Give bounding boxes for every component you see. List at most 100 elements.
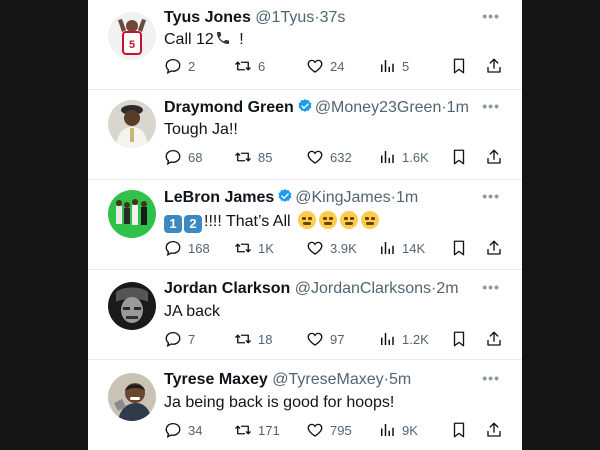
more-options-icon[interactable]: •••	[482, 8, 500, 24]
bookmark-button[interactable]	[450, 56, 474, 76]
timestamp[interactable]: 1m	[396, 189, 418, 206]
tweet-actions: 34 171 795 9K	[164, 420, 504, 440]
views-button[interactable]: 1.2K	[378, 329, 429, 349]
angry-face-emoji-icon	[340, 211, 359, 229]
user-handle[interactable]: @KingJames	[295, 189, 390, 206]
retweet-button[interactable]: 6	[234, 56, 265, 76]
share-icon	[487, 58, 501, 73]
share-button[interactable]	[485, 420, 509, 440]
heart-icon	[307, 423, 323, 437]
tweet-header: Draymond Green @Money23Green·1m	[164, 98, 469, 118]
tweet-actions: 68 85 632 1.6K	[164, 147, 504, 167]
tweet-tyrese-maxey[interactable]: Tyrese Maxey @TyreseMaxey·5m ••• Ja bein…	[88, 360, 522, 450]
tweet-jordan-clarkson[interactable]: Jordan Clarkson @JordanClarksons·2m ••• …	[88, 270, 522, 360]
view-count: 1.6K	[402, 149, 429, 165]
display-name[interactable]: Jordan Clarkson	[164, 280, 290, 297]
tweet-actions: 168 1K 3.9K 14K	[164, 238, 504, 258]
bookmark-button[interactable]	[450, 147, 474, 167]
tweet-actions: 2 6 24 5	[164, 56, 504, 76]
retweet-icon	[235, 152, 251, 162]
share-icon	[487, 240, 501, 255]
tweet-tyus-jones[interactable]: 5 Tyus Jones @1Tyus·37s ••• Call 12 ! 2 …	[88, 0, 522, 90]
user-handle[interactable]: @TyreseMaxey	[272, 371, 383, 388]
svg-text:5: 5	[129, 39, 135, 51]
views-bar-chart-icon	[381, 60, 394, 72]
views-button[interactable]: 14K	[378, 238, 425, 258]
views-bar-chart-icon	[381, 424, 394, 436]
like-button[interactable]: 795	[306, 420, 352, 440]
retweet-count: 85	[258, 149, 273, 165]
more-options-icon[interactable]: •••	[482, 98, 500, 114]
tweet-actions: 7 18 97 1.2K	[164, 329, 504, 349]
timestamp[interactable]: 5m	[389, 371, 411, 388]
reply-button[interactable]: 168	[164, 238, 210, 258]
reply-icon	[165, 240, 181, 256]
user-handle[interactable]: @Money23Green	[315, 99, 442, 116]
bookmark-button[interactable]	[450, 420, 474, 440]
tweet-header: Tyrese Maxey @TyreseMaxey·5m	[164, 370, 411, 390]
retweet-count: 171	[258, 422, 280, 438]
reply-button[interactable]: 68	[164, 147, 202, 167]
heart-icon	[307, 241, 323, 255]
views-bar-chart-icon	[381, 333, 394, 345]
views-button[interactable]: 5	[378, 56, 409, 76]
retweet-button[interactable]: 85	[234, 147, 272, 167]
views-button[interactable]: 9K	[378, 420, 418, 440]
retweet-button[interactable]: 171	[234, 420, 280, 440]
avatar[interactable]	[108, 282, 156, 330]
keycap-two-emoji: 2	[184, 215, 202, 233]
tweet-text: 1 2!!!! That’s All	[164, 211, 380, 233]
like-button[interactable]: 3.9K	[306, 238, 357, 258]
retweet-button[interactable]: 1K	[234, 238, 274, 258]
timestamp[interactable]: 2m	[436, 280, 458, 297]
reply-button[interactable]: 34	[164, 420, 202, 440]
reply-button[interactable]: 2	[164, 56, 195, 76]
timestamp[interactable]: 1m	[447, 99, 469, 116]
avatar[interactable]	[108, 100, 156, 148]
retweet-icon	[235, 61, 251, 71]
display-name[interactable]: Tyrese Maxey	[164, 371, 268, 388]
like-button[interactable]: 24	[306, 56, 344, 76]
verified-badge-icon[interactable]	[277, 188, 293, 204]
tweet-lebron-james[interactable]: LeBron James @KingJames·1m ••• 1 2!!!! Tha…	[88, 180, 522, 270]
retweet-count: 6	[258, 58, 266, 74]
like-button[interactable]: 97	[306, 329, 344, 349]
view-count: 1.2K	[402, 331, 429, 347]
share-button[interactable]	[485, 147, 509, 167]
like-button[interactable]: 632	[306, 147, 352, 167]
share-icon	[487, 331, 501, 346]
avatar[interactable]: 5	[108, 12, 156, 60]
share-button[interactable]	[485, 238, 509, 258]
display-name[interactable]: LeBron James	[164, 189, 274, 206]
share-button[interactable]	[485, 329, 509, 349]
reply-count: 168	[188, 240, 210, 256]
share-icon	[487, 149, 501, 164]
verified-badge-icon[interactable]	[297, 98, 313, 114]
like-count: 97	[330, 331, 345, 347]
like-count: 632	[330, 149, 352, 165]
tweet-text-part: Call 12	[164, 31, 214, 48]
like-count: 24	[330, 58, 345, 74]
bookmark-button[interactable]	[450, 329, 474, 349]
avatar[interactable]	[108, 190, 156, 238]
avatar[interactable]	[108, 373, 156, 421]
tweet-text: JA back	[164, 303, 221, 320]
more-options-icon[interactable]: •••	[482, 279, 500, 295]
bookmark-icon	[453, 422, 465, 438]
user-handle[interactable]: @1Tyus	[255, 9, 314, 26]
more-options-icon[interactable]: •••	[482, 188, 500, 204]
bookmark-icon	[453, 240, 465, 256]
display-name[interactable]: Draymond Green	[164, 99, 294, 116]
display-name[interactable]: Tyus Jones	[164, 9, 251, 26]
tweet-draymond-green[interactable]: Draymond Green @Money23Green·1m ••• Tough…	[88, 90, 522, 180]
reply-button[interactable]: 7	[164, 329, 195, 349]
angry-face-emoji-icon	[361, 211, 380, 229]
share-button[interactable]	[485, 56, 509, 76]
retweet-button[interactable]: 18	[234, 329, 272, 349]
views-button[interactable]: 1.6K	[378, 147, 429, 167]
more-options-icon[interactable]: •••	[482, 370, 500, 386]
bookmark-button[interactable]	[450, 238, 474, 258]
reply-count: 34	[188, 422, 203, 438]
timestamp[interactable]: 37s	[320, 9, 346, 26]
user-handle[interactable]: @JordanClarksons	[295, 280, 431, 297]
